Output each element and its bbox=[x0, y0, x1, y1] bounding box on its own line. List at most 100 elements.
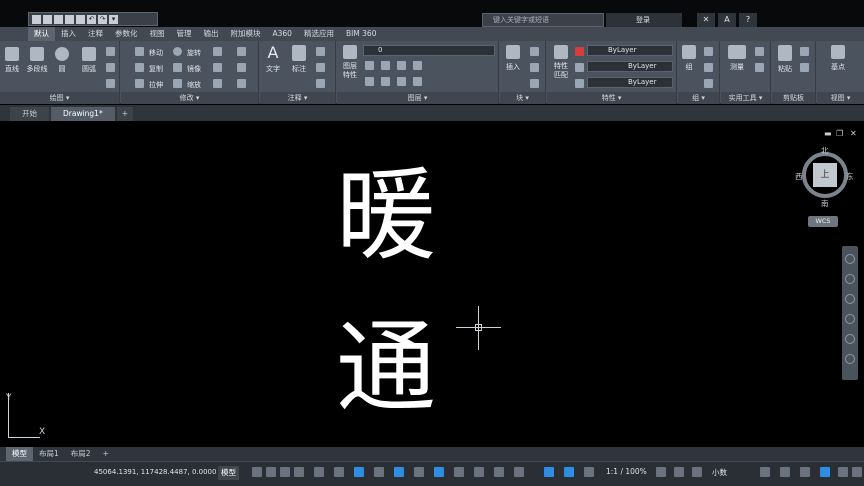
layer-tool-icon[interactable] bbox=[365, 77, 374, 86]
a360-icon[interactable]: A bbox=[718, 13, 736, 27]
move-button[interactable]: 移动 bbox=[149, 48, 163, 58]
insert-button[interactable]: 插入 bbox=[502, 45, 524, 72]
viewcube-top-face[interactable]: 上 bbox=[813, 163, 837, 187]
mirror-button[interactable]: 镜像 bbox=[187, 64, 201, 74]
compass-west[interactable]: 西 bbox=[795, 171, 803, 182]
group-tool-icon[interactable] bbox=[704, 63, 713, 72]
panel-title-utilities[interactable]: 实用工具 ▾ bbox=[721, 92, 770, 104]
qat-dropdown-icon[interactable]: ▾ bbox=[109, 14, 118, 24]
circle-button[interactable]: 圆 bbox=[52, 47, 72, 74]
line-button[interactable]: 直线 bbox=[2, 47, 22, 74]
rotate-button[interactable]: 旋转 bbox=[187, 48, 201, 58]
new-tab-icon[interactable]: + bbox=[116, 107, 134, 121]
offset-icon[interactable] bbox=[237, 79, 246, 88]
panel-title-block[interactable]: 块 ▾ bbox=[500, 92, 545, 104]
annotation-visibility-icon[interactable] bbox=[544, 467, 554, 477]
layer-tool-icon[interactable] bbox=[397, 77, 406, 86]
transparency-icon[interactable] bbox=[414, 467, 424, 477]
dimension-button[interactable]: 标注 bbox=[288, 45, 310, 74]
linetype-dropdown[interactable]: ByLayer bbox=[587, 61, 673, 72]
annotation-monitor-icon[interactable] bbox=[674, 467, 684, 477]
copy-button[interactable]: 复制 bbox=[149, 64, 163, 74]
add-layout-icon[interactable]: + bbox=[97, 447, 115, 461]
cut-icon[interactable] bbox=[800, 47, 809, 56]
fillet-icon[interactable] bbox=[213, 63, 222, 72]
base-view-button[interactable]: 基点 bbox=[825, 45, 851, 72]
lineweight-dropdown[interactable]: ByLayer bbox=[587, 77, 673, 88]
pan-icon[interactable] bbox=[845, 274, 855, 284]
compass-south[interactable]: 南 bbox=[821, 198, 829, 209]
auto-scale-icon[interactable] bbox=[564, 467, 574, 477]
lineweight-toggle-icon[interactable] bbox=[394, 467, 404, 477]
match-properties-button[interactable]: 特性 匹配 bbox=[549, 45, 573, 80]
isodraft-icon[interactable] bbox=[334, 467, 344, 477]
units-value[interactable]: 小数 bbox=[712, 467, 727, 478]
paste-button[interactable]: 粘贴 bbox=[774, 45, 796, 74]
panel-title-properties[interactable]: 特性 ▾ bbox=[547, 92, 676, 104]
tab-manage[interactable]: 管理 bbox=[171, 27, 198, 41]
ortho-icon[interactable] bbox=[280, 467, 290, 477]
group-tool-icon[interactable] bbox=[704, 47, 713, 56]
clean-screen-icon[interactable] bbox=[838, 467, 848, 477]
leader-icon[interactable] bbox=[316, 47, 325, 56]
draw-tool-icon[interactable] bbox=[106, 63, 115, 72]
tab-featured-apps[interactable]: 精选应用 bbox=[298, 27, 340, 41]
selection-filter-icon[interactable] bbox=[494, 467, 504, 477]
drawing-text-tong[interactable]: 通 bbox=[336, 318, 436, 418]
open-icon[interactable] bbox=[43, 14, 52, 24]
dynamic-ucs-icon[interactable] bbox=[474, 467, 484, 477]
quick-properties-icon[interactable] bbox=[760, 467, 770, 477]
panel-title-layers[interactable]: 图层 ▾ bbox=[337, 92, 498, 104]
lock-ui-icon[interactable] bbox=[780, 467, 790, 477]
annotation-scale-value[interactable]: 1:1 / 100% bbox=[606, 467, 647, 476]
drawing-text-nuan[interactable]: 暖 bbox=[336, 166, 436, 266]
draw-tool-icon[interactable] bbox=[106, 47, 115, 56]
trim-icon[interactable] bbox=[213, 47, 222, 56]
grid-icon[interactable] bbox=[252, 467, 262, 477]
tab-insert[interactable]: 插入 bbox=[55, 27, 82, 41]
osnap-tracking-icon[interactable] bbox=[354, 467, 364, 477]
navbar-menu-icon[interactable] bbox=[845, 354, 855, 364]
save-as-icon[interactable] bbox=[65, 14, 74, 24]
block-tool-icon[interactable] bbox=[530, 79, 539, 88]
steering-wheel-icon[interactable] bbox=[845, 254, 855, 264]
layout-tab-model[interactable]: 模型 bbox=[6, 447, 33, 461]
exchange-icon[interactable]: ✕ bbox=[697, 13, 715, 27]
tab-a360[interactable]: A360 bbox=[267, 27, 298, 41]
help-icon[interactable]: ? bbox=[739, 13, 757, 27]
layout-tab-layout2[interactable]: 布局2 bbox=[65, 447, 97, 461]
minimize-icon[interactable]: ▬ bbox=[824, 129, 832, 138]
panel-title-groups[interactable]: 组 ▾ bbox=[678, 92, 719, 104]
panel-title-draw[interactable]: 绘图 ▾ bbox=[0, 92, 119, 104]
group-button[interactable]: 组 bbox=[680, 45, 698, 72]
login-button[interactable]: 登录 bbox=[606, 13, 682, 27]
layout-tab-layout1[interactable]: 布局1 bbox=[33, 447, 65, 461]
utility-tool-icon[interactable] bbox=[755, 63, 764, 72]
text-button[interactable]: A 文字 bbox=[262, 45, 284, 74]
annotation-scale-icon[interactable] bbox=[584, 467, 594, 477]
layer-tool-icon[interactable] bbox=[413, 77, 422, 86]
workspace-gear-icon[interactable] bbox=[656, 467, 666, 477]
block-tool-icon[interactable] bbox=[530, 63, 539, 72]
units-icon[interactable] bbox=[692, 467, 702, 477]
layer-tool-icon[interactable] bbox=[381, 77, 390, 86]
group-tool-icon[interactable] bbox=[704, 79, 713, 88]
table-icon[interactable] bbox=[316, 63, 325, 72]
tab-annotate[interactable]: 注释 bbox=[82, 27, 109, 41]
restore-icon[interactable]: ❐ bbox=[836, 129, 843, 138]
tab-bim360[interactable]: BIM 360 bbox=[340, 27, 383, 41]
polar-icon[interactable] bbox=[314, 467, 324, 477]
layer-tool-icon[interactable] bbox=[365, 61, 374, 70]
undo-icon[interactable]: ↶ bbox=[87, 14, 96, 24]
layer-dropdown[interactable]: 0 bbox=[363, 45, 495, 56]
layer-tool-icon[interactable] bbox=[413, 61, 422, 70]
hardware-acceleration-icon[interactable] bbox=[820, 467, 830, 477]
doc-tab-drawing1[interactable]: Drawing1* bbox=[51, 107, 115, 121]
erase-icon[interactable] bbox=[237, 47, 246, 56]
panel-title-modify[interactable]: 修改 ▾ bbox=[121, 92, 258, 104]
layer-tool-icon[interactable] bbox=[397, 61, 406, 70]
new-icon[interactable] bbox=[32, 14, 41, 24]
layer-tool-icon[interactable] bbox=[381, 61, 390, 70]
stretch-button[interactable]: 拉伸 bbox=[149, 80, 163, 90]
tab-view[interactable]: 视图 bbox=[144, 27, 171, 41]
